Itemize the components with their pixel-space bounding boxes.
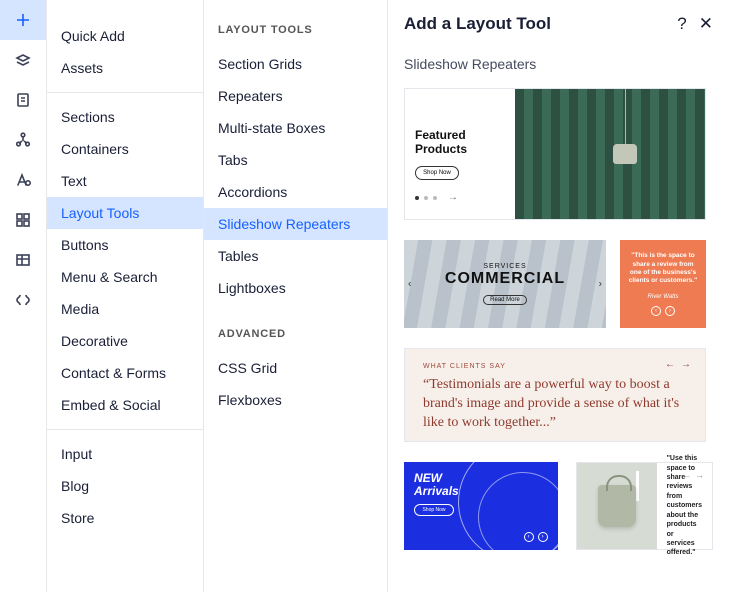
table-icon — [14, 251, 32, 269]
codeblock-icon — [14, 291, 32, 309]
preset-text: NEW — [414, 471, 442, 485]
preset-commercial[interactable]: ‹ › SERVICES COMMERCIAL Read More "This … — [404, 240, 706, 328]
preset-text: Products — [415, 142, 467, 156]
cat-buttons[interactable]: Buttons — [47, 229, 203, 261]
close-icon[interactable]: ✕ — [699, 14, 713, 34]
preset-testimonials[interactable]: ←→ WHAT CLIENTS SAY “Testimonials are a … — [404, 348, 706, 442]
sub-css-grid[interactable]: CSS Grid — [204, 352, 387, 384]
next-icon: › — [538, 532, 548, 542]
preview-panel: Add a Layout Tool ? ✕ Slideshow Repeater… — [388, 0, 729, 592]
cat-quick-add[interactable]: Quick Add — [47, 20, 203, 52]
cat-menu-search[interactable]: Menu & Search — [47, 261, 203, 293]
sub-flexboxes[interactable]: Flexboxes — [204, 384, 387, 416]
carousel-controls: ←→ — [665, 359, 691, 370]
sub-tabs[interactable]: Tabs — [204, 144, 387, 176]
panel-subtitle: Slideshow Repeaters — [404, 56, 713, 72]
carousel-controls: ‹› — [651, 306, 675, 316]
cat-layout-tools[interactable]: Layout Tools — [47, 197, 203, 229]
next-icon: › — [665, 306, 675, 316]
layers-icon — [14, 51, 32, 69]
pages-tab[interactable] — [0, 80, 46, 120]
separator — [47, 429, 203, 430]
page-icon — [14, 91, 32, 109]
cat-store[interactable]: Store — [47, 502, 203, 534]
preset-button: Shop Now — [414, 504, 454, 516]
plus-icon — [14, 11, 32, 29]
help-icon[interactable]: ? — [677, 14, 686, 34]
preset-new-arrivals[interactable]: NEWArrivals Shop Now ‹› — [404, 462, 558, 550]
separator — [47, 92, 203, 93]
prev-icon: ← — [665, 359, 675, 370]
section-heading: ADVANCED — [204, 324, 387, 352]
preset-label: WHAT CLIENTS SAY — [423, 363, 687, 370]
cat-assets[interactable]: Assets — [47, 52, 203, 84]
chevron-right-icon: › — [599, 279, 602, 290]
next-icon: → — [695, 469, 704, 481]
sub-lightboxes[interactable]: Lightboxes — [204, 272, 387, 304]
carousel-controls: ‹› — [524, 532, 548, 542]
preset-image — [515, 89, 705, 219]
section-heading: LAYOUT TOOLS — [204, 20, 387, 48]
preset-button: Read More — [483, 295, 527, 305]
add-elements-tab[interactable] — [0, 0, 46, 40]
sub-repeaters[interactable]: Repeaters — [204, 80, 387, 112]
preset-quote: “Testimonials are a powerful way to boos… — [423, 376, 687, 433]
preset-featured-products[interactable]: FeaturedProducts Shop Now → — [404, 88, 706, 220]
preset-image — [577, 463, 657, 549]
network-icon — [14, 131, 32, 149]
sub-accordions[interactable]: Accordions — [204, 176, 387, 208]
carousel-controls: ←→ — [682, 469, 704, 481]
sub-slideshow-repeaters[interactable]: Slideshow Repeaters — [204, 208, 387, 240]
apps-tab[interactable] — [0, 200, 46, 240]
cat-containers[interactable]: Containers — [47, 133, 203, 165]
cat-decorative[interactable]: Decorative — [47, 325, 203, 357]
cat-media[interactable]: Media — [47, 293, 203, 325]
panel-header: Add a Layout Tool ? ✕ — [404, 14, 713, 34]
category-column: Quick Add Assets Sections Containers Tex… — [46, 0, 204, 592]
preset-text: Arrivals — [414, 484, 459, 498]
pager-dots: → — [415, 192, 458, 203]
prev-icon: ‹ — [651, 306, 661, 316]
grid-icon — [14, 211, 32, 229]
preset-author: River Watts — [648, 294, 679, 300]
cat-text[interactable]: Text — [47, 165, 203, 197]
preset-product-review[interactable]: ←→ "Use this space to share reviews from… — [576, 462, 713, 550]
layers-tab[interactable] — [0, 40, 46, 80]
cat-blog[interactable]: Blog — [47, 470, 203, 502]
preset-label: SERVICES — [445, 263, 565, 270]
cat-contact-forms[interactable]: Contact & Forms — [47, 357, 203, 389]
arrow-right-icon: → — [448, 192, 458, 203]
preset-button: Shop Now — [415, 166, 459, 180]
typography-icon — [14, 171, 32, 189]
icon-sidebar — [0, 0, 46, 592]
cat-embed-social[interactable]: Embed & Social — [47, 389, 203, 421]
data-tab[interactable] — [0, 240, 46, 280]
prev-icon: ← — [682, 469, 691, 481]
prev-icon: ‹ — [524, 532, 534, 542]
cat-sections[interactable]: Sections — [47, 101, 203, 133]
theme-tab[interactable] — [0, 160, 46, 200]
panel-title: Add a Layout Tool — [404, 14, 677, 34]
cat-input[interactable]: Input — [47, 438, 203, 470]
chevron-left-icon: ‹ — [408, 279, 411, 290]
subcategory-column: LAYOUT TOOLS Section Grids Repeaters Mul… — [204, 0, 388, 592]
connections-tab[interactable] — [0, 120, 46, 160]
preset-quote: "This is the space to share a review fro… — [628, 252, 698, 286]
sub-section-grids[interactable]: Section Grids — [204, 48, 387, 80]
code-tab[interactable] — [0, 280, 46, 320]
next-icon: → — [681, 359, 691, 370]
sub-multistate[interactable]: Multi-state Boxes — [204, 112, 387, 144]
sub-tables[interactable]: Tables — [204, 240, 387, 272]
preset-heading: COMMERCIAL — [445, 270, 565, 288]
preset-text: Featured — [415, 128, 466, 142]
